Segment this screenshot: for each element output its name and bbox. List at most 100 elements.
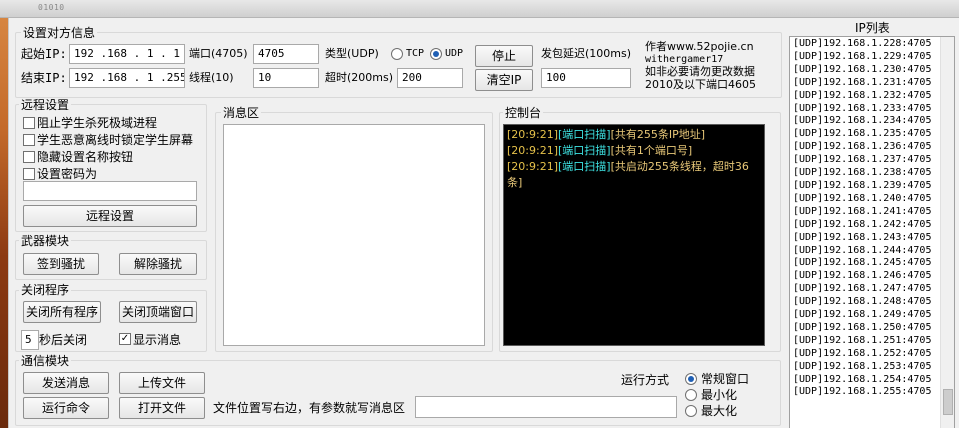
ip-list-item[interactable]: [UDP]192.168.1.240:4705 [793, 193, 954, 206]
scrollbar-thumb[interactable] [943, 389, 953, 415]
ip-list-item[interactable]: [UDP]192.168.1.234:4705 [793, 115, 954, 128]
remote-settings-button[interactable]: 远程设置 [23, 205, 197, 227]
password-input[interactable] [23, 181, 197, 201]
tcp-radio[interactable] [391, 48, 403, 60]
author-line-4: 2010及以下端口4605 [645, 78, 756, 91]
mode-normal-label: 常规窗口 [701, 372, 750, 386]
threads-label: 线程(10) [189, 71, 234, 84]
delay-input[interactable]: 100 [541, 68, 631, 88]
author-line-1: 作者www.52pojie.cn [645, 40, 754, 53]
ip-list-item[interactable]: [UDP]192.168.1.230:4705 [793, 64, 954, 77]
opt-password-checkbox[interactable] [23, 168, 35, 180]
ip-list-title: IP列表 [855, 21, 890, 35]
ip-list-panel: IP列表 [UDP]192.168.1.228:4705 [UDP]192.168… [785, 18, 959, 428]
clear-ip-button[interactable]: 清空IP [475, 69, 533, 91]
upload-file-button[interactable]: 上传文件 [119, 372, 205, 394]
ip-list-scrollbar[interactable] [940, 37, 954, 428]
opt-password-label: 设置密码为 [37, 167, 98, 181]
port-input[interactable]: 4705 [253, 44, 319, 64]
console-output[interactable]: [20:9:21][端口扫描][共有255条IP地址] [20:9:21][端口… [503, 124, 765, 346]
console-label: 控制台 [503, 106, 544, 120]
console-tag: [端口扫描] [558, 128, 611, 141]
opt-hide-name-checkbox[interactable] [23, 151, 35, 163]
ip-list[interactable]: [UDP]192.168.1.228:4705 [UDP]192.168.1.22… [789, 36, 955, 428]
close-program-label: 关闭程序 [19, 283, 72, 297]
mode-maximize-radio[interactable] [685, 405, 697, 417]
console-line: [20:9:21][端口扫描][共启动255条线程，超时36条] [507, 159, 761, 191]
start-ip-label: 起始IP: [21, 47, 67, 61]
close-all-button[interactable]: 关闭所有程序 [23, 301, 101, 323]
ip-list-item[interactable]: [UDP]192.168.1.239:4705 [793, 180, 954, 193]
release-harass-button[interactable]: 解除骚扰 [119, 253, 197, 275]
console-line: [20:9:21][端口扫描][共有255条IP地址] [507, 127, 761, 143]
window-title: 01010 [38, 3, 65, 12]
ip-list-item[interactable]: [UDP]192.168.1.250:4705 [793, 322, 954, 335]
ip-list-item[interactable]: [UDP]192.168.1.241:4705 [793, 206, 954, 219]
ip-list-item[interactable]: [UDP]192.168.1.244:4705 [793, 245, 954, 258]
mode-minimize-radio[interactable] [685, 389, 697, 401]
ip-list-item[interactable]: [UDP]192.168.1.246:4705 [793, 270, 954, 283]
ip-list-item[interactable]: [UDP]192.168.1.236:4705 [793, 141, 954, 154]
opt-hide-name-label: 隐藏设置名称按钮 [37, 150, 134, 164]
ip-list-item[interactable]: [UDP]192.168.1.243:4705 [793, 232, 954, 245]
tcp-label: TCP [406, 48, 425, 59]
start-ip-input[interactable]: 192 .168 . 1 . 1 [69, 44, 185, 64]
stop-button[interactable]: 停止 [475, 45, 533, 67]
ip-list-item[interactable]: [UDP]192.168.1.229:4705 [793, 51, 954, 64]
mode-normal-radio[interactable] [685, 373, 697, 385]
ip-list-item[interactable]: [UDP]192.168.1.249:4705 [793, 309, 954, 322]
opt-lock-screen-checkbox[interactable] [23, 134, 35, 146]
close-delay-input[interactable]: 5 [21, 330, 39, 350]
ip-list-item[interactable]: [UDP]192.168.1.235:4705 [793, 128, 954, 141]
ip-list-item[interactable]: [UDP]192.168.1.255:4705 [793, 386, 954, 399]
opt-block-kill-label: 阻止学生杀死极域进程 [37, 116, 158, 130]
ip-list-item[interactable]: [UDP]192.168.1.254:4705 [793, 374, 954, 387]
udp-radio[interactable] [430, 48, 442, 60]
remote-settings-label: 远程设置 [19, 98, 72, 112]
close-top-window-button[interactable]: 关闭顶端窗口 [119, 301, 197, 323]
ip-list-item[interactable]: [UDP]192.168.1.231:4705 [793, 77, 954, 90]
open-file-button[interactable]: 打开文件 [119, 397, 205, 419]
author-line-3: 如非必要请勿更改数据 [645, 65, 755, 78]
send-message-button[interactable]: 发送消息 [23, 372, 109, 394]
comm-label: 通信模块 [19, 354, 72, 368]
timeout-label: 超时(200ms) [325, 71, 394, 84]
ip-list-item[interactable]: [UDP]192.168.1.251:4705 [793, 335, 954, 348]
ip-list-item[interactable]: [UDP]192.168.1.253:4705 [793, 361, 954, 374]
console-text: [共有255条IP地址] [610, 128, 706, 141]
show-message-checkbox[interactable]: ✓ [119, 333, 131, 345]
console-line: [20:9:21][端口扫描][共有1个端口号] [507, 143, 761, 159]
ip-list-item[interactable]: [UDP]192.168.1.245:4705 [793, 257, 954, 270]
mode-minimize-label: 最小化 [701, 388, 738, 402]
ip-list-item[interactable]: [UDP]192.168.1.247:4705 [793, 283, 954, 296]
timeout-input[interactable]: 200 [397, 68, 463, 88]
ip-list-item[interactable]: [UDP]192.168.1.232:4705 [793, 90, 954, 103]
port-label: 端口(4705) [189, 47, 248, 60]
udp-label: UDP [445, 48, 464, 59]
end-ip-input[interactable]: 192 .168 . 1 .255 [69, 68, 185, 88]
threads-input[interactable]: 10 [253, 68, 319, 88]
opt-block-kill-checkbox[interactable] [23, 117, 35, 129]
run-command-button[interactable]: 运行命令 [23, 397, 109, 419]
console-tag: [端口扫描] [558, 160, 611, 173]
delay-label: 发包延迟(100ms) [541, 47, 632, 60]
sign-harass-button[interactable]: 签到骚扰 [23, 253, 99, 275]
run-mode-label: 运行方式 [621, 373, 670, 387]
console-time: [20:9:21] [507, 128, 558, 141]
mode-maximize-label: 最大化 [701, 404, 738, 418]
type-label: 类型(UDP) [325, 47, 379, 60]
console-tag: [端口扫描] [558, 144, 611, 157]
message-label: 消息区 [221, 106, 262, 120]
ip-list-item[interactable]: [UDP]192.168.1.228:4705 [793, 38, 954, 51]
ip-list-item[interactable]: [UDP]192.168.1.238:4705 [793, 167, 954, 180]
console-time: [20:9:21] [507, 160, 558, 173]
console-time: [20:9:21] [507, 144, 558, 157]
ip-list-item[interactable]: [UDP]192.168.1.248:4705 [793, 296, 954, 309]
ip-list-item[interactable]: [UDP]192.168.1.233:4705 [793, 103, 954, 116]
message-textarea[interactable] [223, 124, 485, 346]
title-bar: 01010 [0, 0, 959, 18]
file-path-input[interactable] [415, 396, 677, 418]
ip-list-item[interactable]: [UDP]192.168.1.237:4705 [793, 154, 954, 167]
ip-list-item[interactable]: [UDP]192.168.1.242:4705 [793, 219, 954, 232]
ip-list-item[interactable]: [UDP]192.168.1.252:4705 [793, 348, 954, 361]
